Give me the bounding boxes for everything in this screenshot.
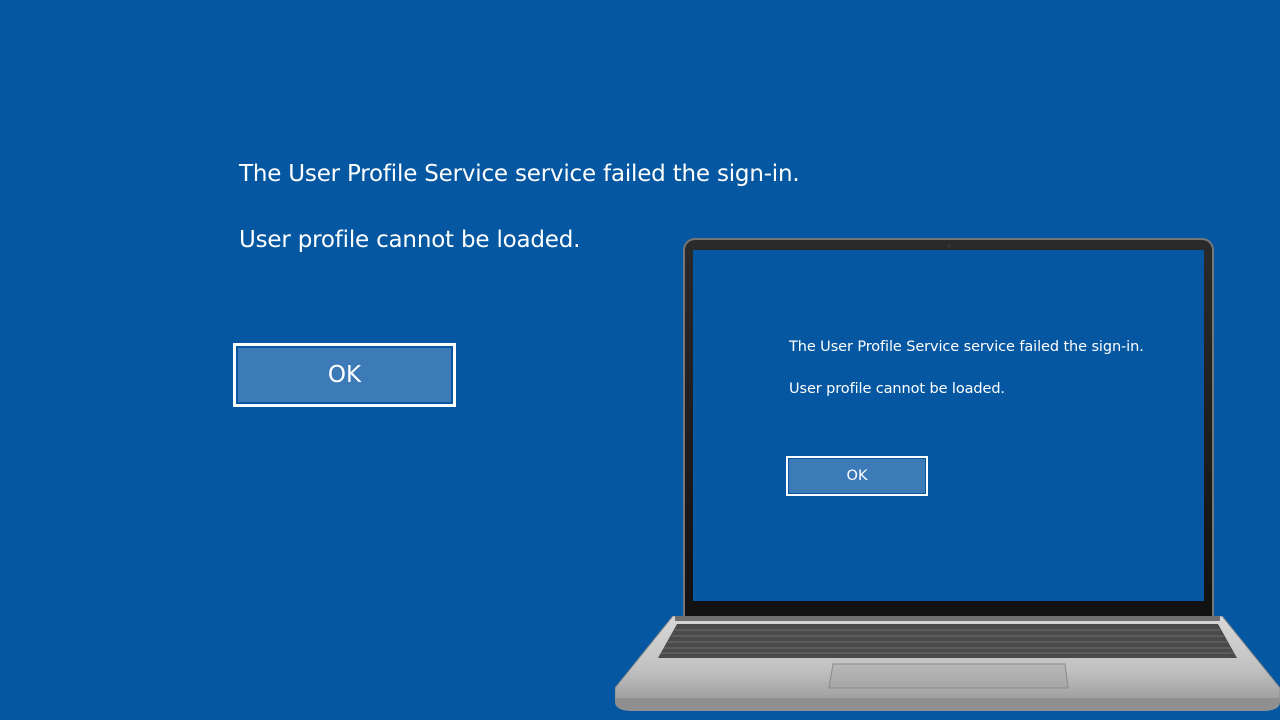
webcam-icon bbox=[946, 244, 951, 248]
laptop-error-message-line1: The User Profile Service service failed … bbox=[789, 339, 1144, 355]
laptop-ok-button: OK bbox=[786, 456, 928, 496]
ok-button[interactable]: OK bbox=[233, 343, 456, 407]
error-message-line1: The User Profile Service service failed … bbox=[239, 161, 800, 187]
laptop-trackpad bbox=[828, 663, 1069, 689]
laptop-lid: The User Profile Service service failed … bbox=[683, 238, 1214, 618]
laptop-hinge bbox=[675, 616, 1220, 621]
laptop-error-message: The User Profile Service service failed … bbox=[789, 337, 1144, 399]
laptop-screen: The User Profile Service service failed … bbox=[693, 250, 1204, 601]
laptop-error-message-line2: User profile cannot be loaded. bbox=[789, 381, 1005, 397]
laptop-keyboard-deck bbox=[615, 616, 1280, 711]
laptop-illustration: The User Profile Service service failed … bbox=[615, 236, 1280, 720]
